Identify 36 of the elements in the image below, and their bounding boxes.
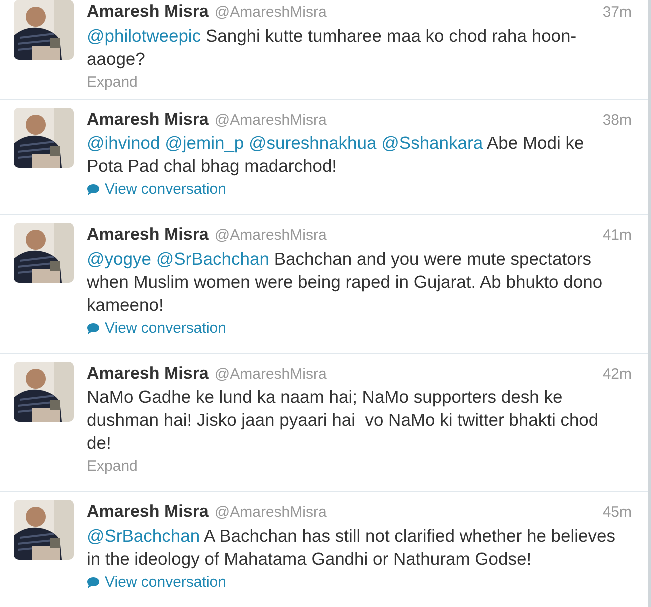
tweet-time[interactable]: 38m [602, 110, 632, 132]
author-name[interactable]: Amaresh Misra [87, 108, 209, 132]
mention-link[interactable]: @SrBachchan [156, 248, 270, 268]
author-handle[interactable]: @AmareshMisra [214, 502, 327, 524]
mention-link[interactable]: @Sshankara [382, 133, 484, 153]
tweet-text: @yogye @SrBachchan Bachchan and you were mute spectators when Muslim women were being raped in Gujarat. Ab bhukto dono kameeno! [87, 248, 604, 316]
author-handle[interactable]: @AmareshMisra [214, 2, 327, 24]
speech-bubble-icon [87, 576, 100, 588]
tweet-time[interactable]: 37m [602, 2, 632, 24]
speech-bubble-icon [87, 184, 100, 196]
tweet-text: NaMo Gadhe ke lund ka naam hai; NaMo supporters desh ke dushman hai! Jisko jaan pyaari hai vo NaMo ki twitter bhakti chod de! [87, 386, 600, 455]
author-name[interactable]: Amaresh Misra [87, 0, 209, 24]
tweet-text: @philotweepic Sanghi kutte tumharee maa ko chod raha hoon-aaoge? [87, 24, 578, 70]
speech-bubble-icon [87, 322, 100, 334]
tweet-text: @ihvinod @jemin_p @sureshnakhua @Sshankara Abe Modi ke Pota Pad chal bhag madarchod! [87, 132, 586, 178]
author-name[interactable]: Amaresh Misra [87, 500, 209, 524]
expand-link[interactable]: Expand [87, 72, 138, 92]
tweet-time[interactable]: 41m [602, 225, 632, 248]
author-name[interactable]: Amaresh Misra [87, 362, 209, 386]
mention-link[interactable]: @ihvinod [87, 133, 160, 153]
author-handle[interactable]: @AmareshMisra [214, 110, 327, 132]
view-conversation-link[interactable]: View conversation [87, 180, 226, 200]
tweet-text: @SrBachchan A Bachchan has still not clarified whether he believes in the ideology of Mahatama Gandhi or Nathuram Godse! [87, 524, 616, 570]
tweet-time[interactable]: 42m [602, 364, 632, 386]
mention-link[interactable]: @SrBachchan [87, 526, 200, 546]
expand-link[interactable]: Expand [87, 457, 138, 477]
author-name[interactable]: Amaresh Misra [87, 223, 209, 247]
author-handle[interactable]: @AmareshMisra [214, 364, 327, 386]
author-handle[interactable]: @AmareshMisra [214, 225, 327, 248]
mention-link[interactable]: @jemin_p [165, 133, 244, 153]
view-conversation-link[interactable]: View conversation [87, 572, 226, 592]
mention-link[interactable]: @yogye [87, 248, 152, 268]
view-conversation-link[interactable]: View conversation [87, 318, 226, 338]
mention-link[interactable]: @philotweepic [87, 26, 202, 46]
mention-link[interactable]: @sureshnakhua [249, 133, 377, 153]
tweet-time[interactable]: 45m [602, 502, 632, 524]
